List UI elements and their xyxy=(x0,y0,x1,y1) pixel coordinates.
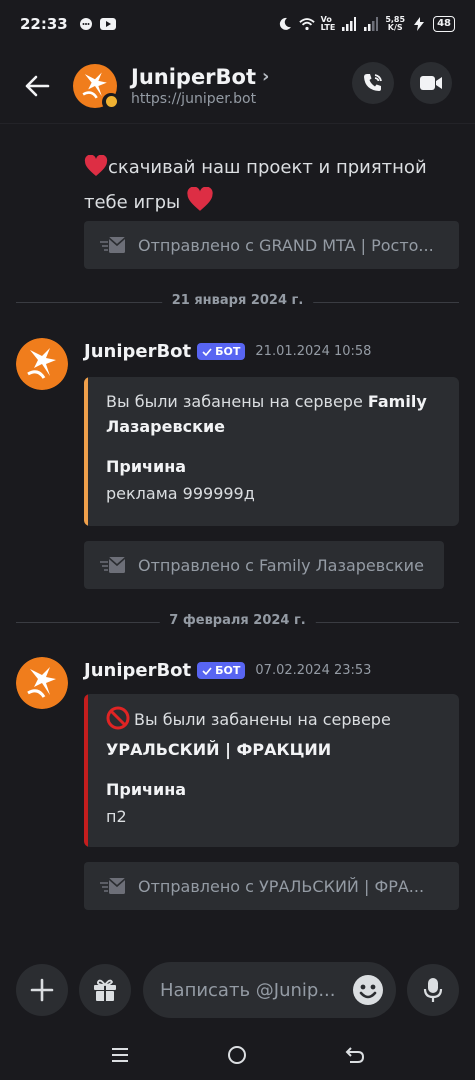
youtube-notification-icon xyxy=(99,17,116,31)
checkmark-icon xyxy=(202,347,212,356)
checkmark-icon xyxy=(202,666,212,675)
signal-icon xyxy=(341,17,357,31)
red-heart-icon xyxy=(186,186,214,222)
moon-icon xyxy=(277,17,293,31)
envelope-icon xyxy=(100,877,126,895)
author-name[interactable]: JuniperBot xyxy=(84,341,191,362)
bot-badge: БОТ xyxy=(197,662,246,679)
date-divider: 7 февраля 2024 г. xyxy=(16,613,459,628)
avatar[interactable] xyxy=(16,338,68,390)
envelope-icon xyxy=(100,556,126,574)
author-name[interactable]: JuniperBot xyxy=(84,660,191,681)
menu-icon xyxy=(112,1048,128,1062)
system-back-button[interactable] xyxy=(342,1042,368,1068)
network-speed: 5,85 K/S xyxy=(385,15,406,32)
battery-level: 48 xyxy=(433,16,455,32)
gift-button[interactable] xyxy=(79,964,131,1016)
embed-description: Вы были забанены на сервере Family Лазар… xyxy=(106,392,427,436)
system-nav-bar xyxy=(0,1030,475,1080)
embed-color-bar xyxy=(84,694,88,847)
message-input-placeholder: Написать @Junip... xyxy=(160,979,336,1001)
message-header: JuniperBot БОТ 21.01.2024 10:58 xyxy=(84,341,371,362)
back-arrow-icon xyxy=(345,1047,365,1063)
embed-card: Вы были забанены на сервере Family Лазар… xyxy=(84,377,459,526)
prohibited-icon xyxy=(106,706,130,737)
gift-icon xyxy=(94,979,116,1001)
plus-icon xyxy=(30,978,54,1002)
chevron-right-icon: › xyxy=(262,66,270,87)
channel-subtitle: https://juniper.bot xyxy=(131,90,257,107)
back-button[interactable] xyxy=(15,64,59,108)
message-composer: Написать @Junip... xyxy=(0,962,475,1018)
embed-field-name: Причина xyxy=(106,457,187,476)
voice-call-button[interactable] xyxy=(352,62,394,104)
idle-status-indicator xyxy=(102,92,120,111)
forwarded-from-link[interactable]: Отправлено с Family Лазаревские xyxy=(84,541,444,589)
status-bar: 22:33 Vo LTE 5,85 K/S 48 xyxy=(0,0,475,48)
phone-call-icon xyxy=(364,74,382,91)
volte-indicator: Vo LTE xyxy=(320,15,336,32)
home-button[interactable] xyxy=(224,1042,250,1068)
add-attachment-button[interactable] xyxy=(16,964,68,1016)
smiley-icon[interactable] xyxy=(352,974,384,1006)
charging-icon xyxy=(411,17,427,31)
message-timestamp: 21.01.2024 10:58 xyxy=(255,344,372,359)
embed-field-name: Причина xyxy=(106,780,187,799)
voice-message-button[interactable] xyxy=(407,964,459,1016)
embed-description: Вы были забанены на сервере УРАЛЬСКИЙ | Ф… xyxy=(106,706,443,762)
recent-apps-button[interactable] xyxy=(107,1042,133,1068)
message-text: скачивай наш проект и приятной тебе игры xyxy=(84,152,444,222)
message-timestamp: 07.02.2024 23:53 xyxy=(255,663,372,678)
embed-field-value: реклама 999999д xyxy=(106,484,255,503)
avatar[interactable] xyxy=(16,657,68,709)
message-header: JuniperBot БОТ 07.02.2024 23:53 xyxy=(84,660,371,681)
microphone-icon xyxy=(423,978,443,1002)
header-info[interactable]: JuniperBot › https://juniper.bot xyxy=(131,65,269,107)
channel-header: JuniperBot › https://juniper.bot xyxy=(0,48,475,124)
video-camera-icon xyxy=(420,76,442,90)
video-call-button[interactable] xyxy=(410,62,452,104)
signal-icon-2 xyxy=(363,17,379,31)
wifi-icon xyxy=(298,17,315,31)
bot-badge: БОТ xyxy=(197,343,246,360)
red-heart-icon xyxy=(84,154,108,187)
chat-notification-icon xyxy=(78,17,94,31)
home-circle-icon xyxy=(228,1046,246,1064)
embed-field-value: п2 xyxy=(106,807,127,826)
forwarded-from-link[interactable]: Отправлено с GRAND MTA | Росто... xyxy=(84,221,459,269)
embed-card: Вы были забанены на сервере УРАЛЬСКИЙ | Ф… xyxy=(84,694,459,847)
envelope-icon xyxy=(100,236,126,254)
channel-title: JuniperBot xyxy=(131,64,257,89)
forwarded-from-link[interactable]: Отправлено с УРАЛЬСКИЙ | ФРА... xyxy=(84,862,459,910)
arrow-left-icon xyxy=(25,75,50,96)
header-avatar[interactable] xyxy=(73,63,120,111)
date-divider: 21 января 2024 г. xyxy=(16,293,459,308)
embed-color-bar xyxy=(84,377,88,526)
status-time: 22:33 xyxy=(20,15,68,33)
message-input[interactable]: Написать @Junip... xyxy=(143,962,396,1018)
